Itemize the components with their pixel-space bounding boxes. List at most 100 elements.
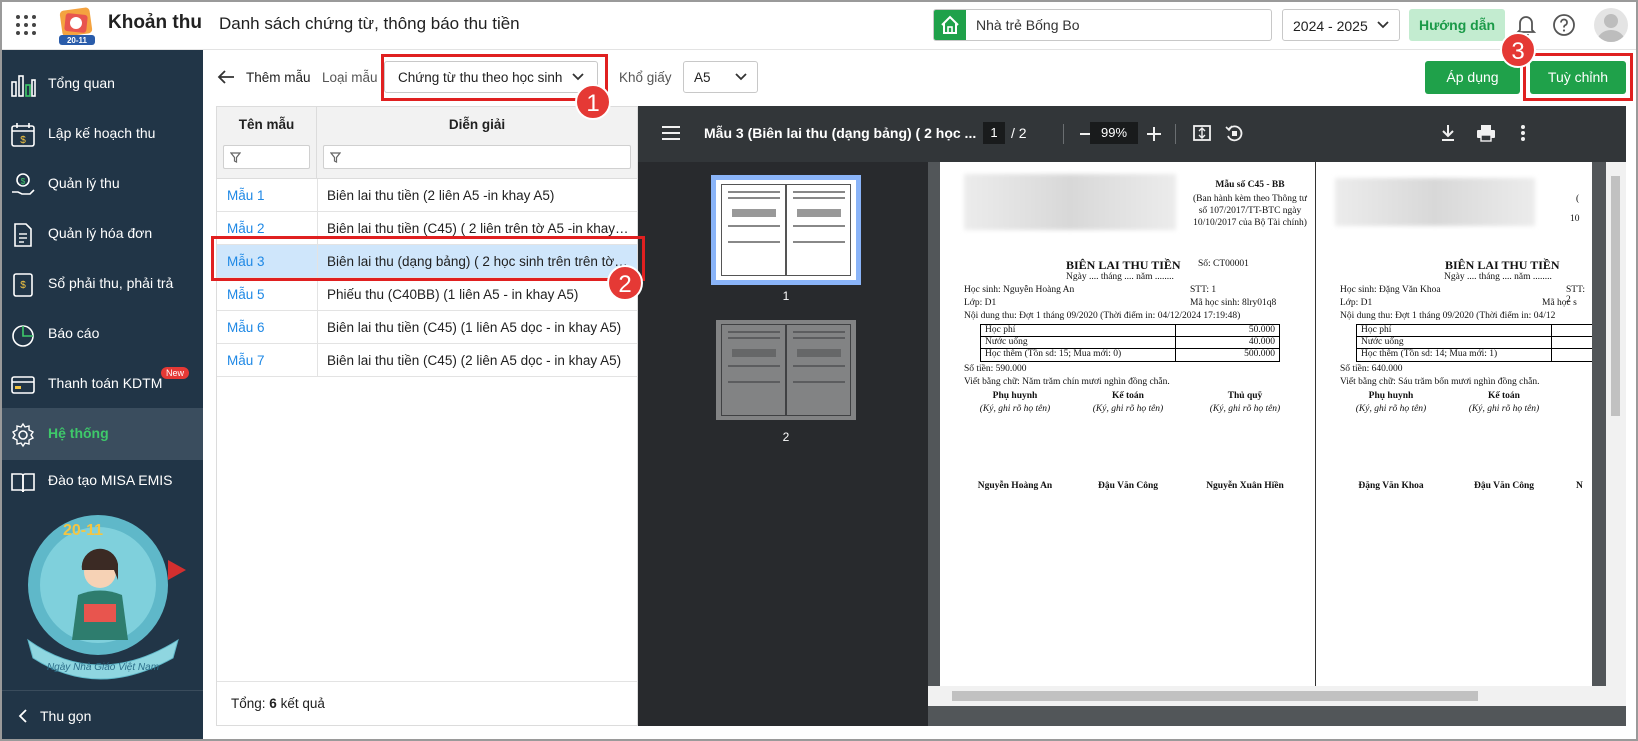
table-footer: Tổng: 6 kết quả <box>217 681 637 725</box>
template-name[interactable]: Mẫu 6 <box>227 320 265 335</box>
sidebar-item-overview[interactable]: Tổng quan <box>0 58 203 110</box>
sidebar-item-label: Sổ phải thu, phải trả <box>48 275 174 291</box>
template-name[interactable]: Mẫu 7 <box>227 353 265 368</box>
sidebar-item-collect[interactable]: $ Quản lý thu <box>0 158 203 210</box>
template-desc: Biên lai thu tiền (C45) ( 2 liên trên tờ… <box>327 221 629 236</box>
calendar-money-icon: $ <box>11 123 35 147</box>
table-row[interactable]: Mẫu 1 Biên lai thu tiền (2 liên A5 -in kh… <box>217 179 637 212</box>
horizontal-scrollbar[interactable] <box>928 686 1626 706</box>
collapse-label: Thu gọn <box>40 708 92 724</box>
form-note: (Ban hành kèm theo Thông tư số 107/2017/… <box>1193 194 1307 228</box>
fee-name: Nước uống <box>1361 337 1404 347</box>
print-icon[interactable] <box>1476 123 1496 143</box>
receipt-divider <box>1315 162 1316 686</box>
sidebar-item-ledger[interactable]: $ Sổ phải thu, phải trả <box>0 258 203 310</box>
zoom-in-icon[interactable] <box>1147 127 1161 141</box>
sidebar: Tổng quan $ Lập kế hoạch thu $ Quản lý t… <box>0 50 203 741</box>
template-name[interactable]: Mẫu 5 <box>227 287 265 302</box>
fit-page-icon[interactable] <box>1192 123 1212 143</box>
add-template-label: Thêm mẫu <box>246 70 311 85</box>
receipt-number: Số: CT00001 <box>1198 259 1249 269</box>
name-filter-input[interactable] <box>223 145 310 169</box>
page-number-input[interactable]: 1 <box>983 122 1005 144</box>
back-arrow-icon[interactable] <box>216 68 236 86</box>
student-code: Mã học sinh: 8lry01q8 <box>1190 298 1277 308</box>
gear-icon <box>11 422 35 448</box>
page-thumbnail[interactable] <box>716 320 856 420</box>
sidebar-item-plan[interactable]: $ Lập kế hoạch thu <box>0 108 203 160</box>
sidebar-item-label: Hệ thống <box>48 425 109 441</box>
svg-text:$: $ <box>21 177 26 186</box>
highlight-box-custom <box>1523 53 1633 101</box>
template-name[interactable]: Mẫu 2 <box>227 221 265 236</box>
receipt-date: Ngày .... tháng .... năm ........ <box>1066 272 1174 282</box>
step-marker: 3 <box>1500 32 1536 68</box>
paper-size-select[interactable]: A5 <box>683 61 758 93</box>
collapse-sidebar[interactable]: Thu gọn <box>0 690 203 741</box>
thumbnail-label: 2 <box>782 430 790 444</box>
card-icon <box>11 376 35 394</box>
sidebar-item-report[interactable]: Báo cáo <box>0 308 203 360</box>
highlight-box-type <box>381 54 608 101</box>
fee-row: Học phí 50.000 <box>981 325 1279 337</box>
sidebar-item-label: Thanh toán KDTM <box>48 375 163 391</box>
table-row[interactable]: Mẫu 6 Biên lai thu tiền (C45) (1 liên A5 … <box>217 311 637 344</box>
chevron-left-icon <box>18 709 27 723</box>
sidebar-item-label: Lập kế hoạch thu <box>48 125 156 141</box>
sidebar-item-system[interactable]: Hệ thống <box>0 408 203 460</box>
fee-row: Học thêm (Tồn sd: 15; Mua mới: 0) 500.000 <box>981 349 1279 361</box>
desc-filter-input[interactable] <box>323 145 631 169</box>
guide-button[interactable]: Hướng dẫn <box>1409 9 1505 41</box>
table-row[interactable]: Mẫu 5 Phiếu thu (C40BB) (1 liên A5 - in k… <box>217 278 637 311</box>
school-selector[interactable]: Nhà trẻ Bống Bo <box>933 9 1272 41</box>
total-count: 6 <box>269 696 277 711</box>
signer-name: Đặng Văn Khoa <box>1358 481 1424 491</box>
hand-money-icon: $ <box>12 173 35 195</box>
receipt-content: Nội dung thu: Đợt 1 tháng 09/2020 (Thời … <box>1340 311 1556 321</box>
receipt-title: BIÊN LAI THU TIỀN <box>1445 258 1560 272</box>
fee-row: Học phí <box>1357 325 1592 337</box>
fee-name: Học thêm (Tồn sd: 14; Mua mới: 1) <box>1361 349 1498 359</box>
app-title: Khoản thu <box>108 12 202 33</box>
template-name[interactable]: Mẫu 1 <box>227 188 265 203</box>
signer-role: Kế toán <box>1112 391 1144 401</box>
zoom-input[interactable]: 99% <box>1090 122 1138 144</box>
receipt-date: Ngày .... tháng .... năm ........ <box>1444 272 1552 282</box>
signer-hint: (Ký, ghi rõ họ tên) <box>1468 404 1540 414</box>
vertical-scrollbar[interactable] <box>1606 162 1626 686</box>
fee-name: Học phí <box>1361 325 1392 335</box>
chevron-down-icon <box>735 73 747 81</box>
student-code: Mã học s <box>1542 298 1577 308</box>
more-vertical-icon[interactable] <box>1520 123 1526 143</box>
mascot-caption: Ngày Nhà Giáo Việt Nam <box>47 662 159 673</box>
school-year-value: 2024 - 2025 <box>1293 18 1368 34</box>
step-marker: 1 <box>575 84 611 120</box>
sidebar-item-invoice[interactable]: Quản lý hóa đơn <box>0 208 203 260</box>
sidebar-item-label: Tổng quan <box>48 75 115 91</box>
help-icon[interactable] <box>1552 13 1576 37</box>
fee-amount: 50.000 <box>1248 325 1275 335</box>
book-icon <box>11 473 35 493</box>
total-amount: Số tiền: 640.000 <box>1340 364 1403 374</box>
rotate-icon[interactable] <box>1224 123 1244 143</box>
school-year-select[interactable]: 2024 - 2025 <box>1282 9 1400 41</box>
sidebar-item-label: Đào tạo MISA EMIS <box>48 472 173 488</box>
page-thumbnail[interactable] <box>711 175 861 285</box>
sidebar-item-kdtm[interactable]: Thanh toán KDTM New <box>0 358 203 410</box>
table-row[interactable]: Mẫu 7 Biên lai thu tiền (C45) (2 liên A5 … <box>217 344 637 377</box>
fee-amount: 40.000 <box>1248 337 1275 347</box>
student-class: Lớp: D1 <box>964 298 997 308</box>
fee-row: Nước uống <box>1357 337 1592 349</box>
apply-button[interactable]: Áp dụng <box>1425 61 1520 94</box>
menu-icon[interactable] <box>662 126 680 140</box>
top-bar: 20-11 Khoản thu Danh sách chứng từ, thôn… <box>0 0 1638 50</box>
download-icon[interactable] <box>1439 123 1457 143</box>
receipt-content: Nội dung thu: Đợt 1 tháng 09/2020 (Thời … <box>964 311 1241 321</box>
sidebar-item-label: Báo cáo <box>48 325 100 341</box>
app-grid-icon[interactable] <box>16 15 36 35</box>
fee-table: Học phí Nước uống Học thêm (Tồn sd: 14; … <box>1356 324 1592 362</box>
user-avatar[interactable] <box>1594 8 1628 42</box>
amount-in-words: Viết bằng chữ: Sáu trăm bốn mươi nghìn đ… <box>1340 377 1540 387</box>
chevron-down-icon <box>1377 21 1389 29</box>
amount-in-words: Viết bằng chữ: Năm trăm chín mươi nghìn … <box>964 377 1170 387</box>
